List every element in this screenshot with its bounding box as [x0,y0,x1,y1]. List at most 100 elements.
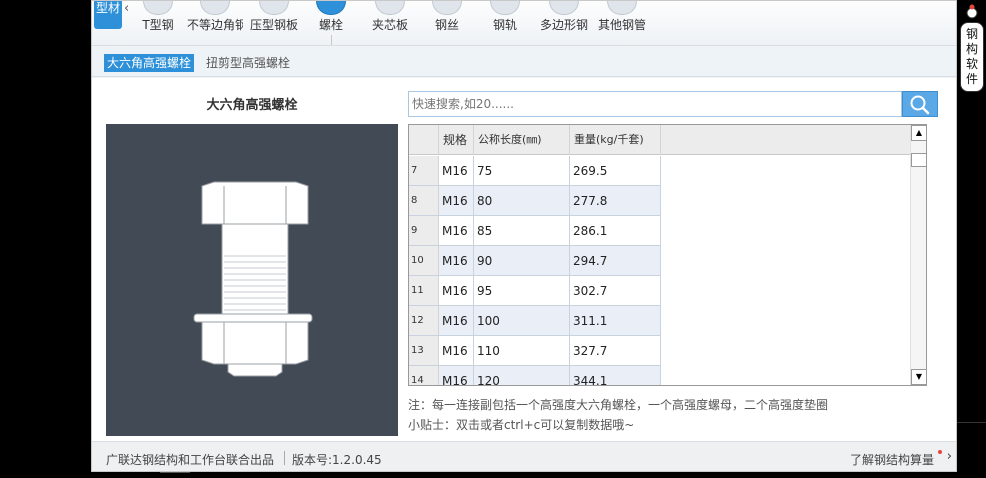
background-line [957,422,986,423]
table-row[interactable]: 8 M16 80 277.8 [409,186,910,216]
bolt-shank-shape [221,223,289,315]
angle-steel-icon [200,1,230,15]
table-scrollbar[interactable]: ▲ ▼ [910,125,926,385]
search-button[interactable] [902,91,938,117]
cell-spec[interactable]: M16 [439,156,474,186]
tool-bolt[interactable]: 螺栓 [316,1,346,33]
cell-spec[interactable]: M16 [439,216,474,246]
cell-length[interactable]: 80 [474,186,570,216]
cell-weight[interactable]: 277.8 [570,186,661,216]
tool-label: 多边形钢 [539,18,588,32]
scroll-thumb[interactable] [911,153,926,167]
row-number: 11 [409,276,439,306]
cell-spec[interactable]: M16 [439,276,474,306]
scroll-down-arrow-icon[interactable]: ▼ [911,369,926,385]
cell-length[interactable]: 120 [474,366,570,385]
table-row[interactable]: 9 M16 85 286.1 [409,216,910,246]
search-input[interactable] [409,92,901,116]
cell-length[interactable]: 90 [474,246,570,276]
tool-angle-steel[interactable]: 不等边角钢 [187,1,243,33]
table-row[interactable]: 10 M16 90 294.7 [409,246,910,276]
cell-weight[interactable]: 327.7 [570,336,661,366]
column-header-spec[interactable]: 规格 [439,125,474,155]
background-line [160,472,190,473]
table-row[interactable]: 11 M16 95 302.7 [409,276,910,306]
table-body: 7 M16 75 269.5 8 M16 80 277.8 9 M16 85 2… [409,156,910,385]
search-box [408,91,902,117]
row-number-header [409,125,439,155]
row-number: 7 [409,156,439,186]
tab-large-hex-bolt[interactable]: 大六角高强螺栓 [104,54,195,72]
tool-label: 夹芯板 [371,18,408,32]
cell-spec[interactable]: M16 [439,186,474,216]
back-arrow-icon[interactable]: ‹ [124,1,129,16]
cell-weight[interactable]: 344.1 [570,366,661,385]
cell-spec[interactable]: M16 [439,246,474,276]
table-row[interactable]: 13 M16 110 327.7 [409,336,910,366]
status-footer: 广联达钢结构和工作台联合出品 版本号:1.2.0.45 了解钢结构算量 › [92,441,956,471]
producer-text: 广联达钢结构和工作台联合出品 [106,453,275,467]
cell-spec[interactable]: M16 [439,306,474,336]
table-row[interactable]: 7 M16 75 269.5 [409,156,910,186]
row-number: 8 [409,186,439,216]
cell-weight[interactable]: 311.1 [570,306,661,336]
footer-divider [284,451,285,465]
tool-label: T型钢 [142,18,174,32]
top-toolbar: 型材 ‹ T型钢 不等边角钢 压型钢板 螺栓 夹芯板 钢丝 钢轨 多边形钢 其他… [92,1,956,46]
tool-steel-pipe[interactable]: 其他钢管 [596,1,648,33]
corner-logo: 型材 [94,1,122,29]
tool-rail[interactable]: 钢轨 [490,1,520,33]
tool-label: 不等边角钢 [187,18,243,32]
tool-label: 压型钢板 [249,18,298,32]
scroll-up-arrow-icon[interactable]: ▲ [911,125,926,141]
main-content: 大六角高强螺栓 快速搜索,如20...... 规格 公称长度(㎜) 重量(kg/… [92,78,956,441]
side-badge-label: 钢构软件 [960,22,984,92]
cell-length[interactable]: 110 [474,336,570,366]
cell-weight[interactable]: 269.5 [570,156,661,186]
tool-steel-wire[interactable]: 钢丝 [432,1,462,33]
mascot-icon [966,4,978,19]
tool-t-steel[interactable]: T型钢 [140,1,176,33]
bolt-drawing [193,181,313,377]
cell-weight[interactable]: 302.7 [570,276,661,306]
cell-spec[interactable]: M16 [439,336,474,366]
cell-length[interactable]: 100 [474,306,570,336]
cell-weight[interactable]: 294.7 [570,246,661,276]
bolt-head-shape [201,181,309,225]
chevron-right-icon[interactable]: › [947,449,952,464]
column-header-length[interactable]: 公称长度(㎜) [474,125,570,155]
row-number: 9 [409,216,439,246]
cell-length[interactable]: 75 [474,156,570,186]
tool-profiled-sheet[interactable]: 压型钢板 [248,1,300,33]
side-mascot-logo[interactable]: 钢构软件 [958,0,986,95]
steel-wire-icon [432,1,462,15]
tool-label: 钢丝 [434,18,459,32]
cell-length[interactable]: 95 [474,276,570,306]
cell-spec[interactable]: M16 [439,366,474,385]
tool-polygon-steel[interactable]: 多边形钢 [538,1,590,33]
rail-icon [490,1,520,15]
profiled-sheet-icon [259,1,289,15]
panel-title: 大六角高强螺栓 [206,98,298,113]
toolbar-divider [331,35,332,45]
bolt-data-table: 规格 公称长度(㎜) 重量(kg/千套) 7 M16 75 269.5 8 M1… [408,124,927,386]
row-number: 10 [409,246,439,276]
table-row[interactable]: 12 M16 100 311.1 [409,306,910,336]
sandwich-panel-icon [375,1,405,15]
washer-top-shape [193,313,313,323]
tool-sandwich-panel[interactable]: 夹芯板 [370,1,410,33]
copy-tip: 小贴士：双击或者ctrl+c可以复制数据哦~ [408,418,635,432]
table-row[interactable]: 14 M16 120 344.1 [409,366,910,385]
column-header-weight[interactable]: 重量(kg/千套) [570,125,661,155]
version-text: 版本号:1.2.0.45 [292,453,382,467]
tool-label: 钢轨 [492,18,517,32]
cell-length[interactable]: 85 [474,216,570,246]
tab-torsion-shear-bolt[interactable]: 扭剪型高强螺栓 [203,54,293,72]
connection-note: 注：每一连接副包括一个高强度大六角螺栓，一个高强度螺母，二个高强度垫圈 [408,398,829,412]
bolt-type-tabs: 大六角高强螺栓 扭剪型高强螺栓 [92,47,956,77]
cell-weight[interactable]: 286.1 [570,216,661,246]
t-steel-icon [143,1,173,15]
bolt-icon [316,1,346,15]
learn-more-link[interactable]: 了解钢结构算量 [850,451,934,468]
bolt-diagram [106,124,398,436]
